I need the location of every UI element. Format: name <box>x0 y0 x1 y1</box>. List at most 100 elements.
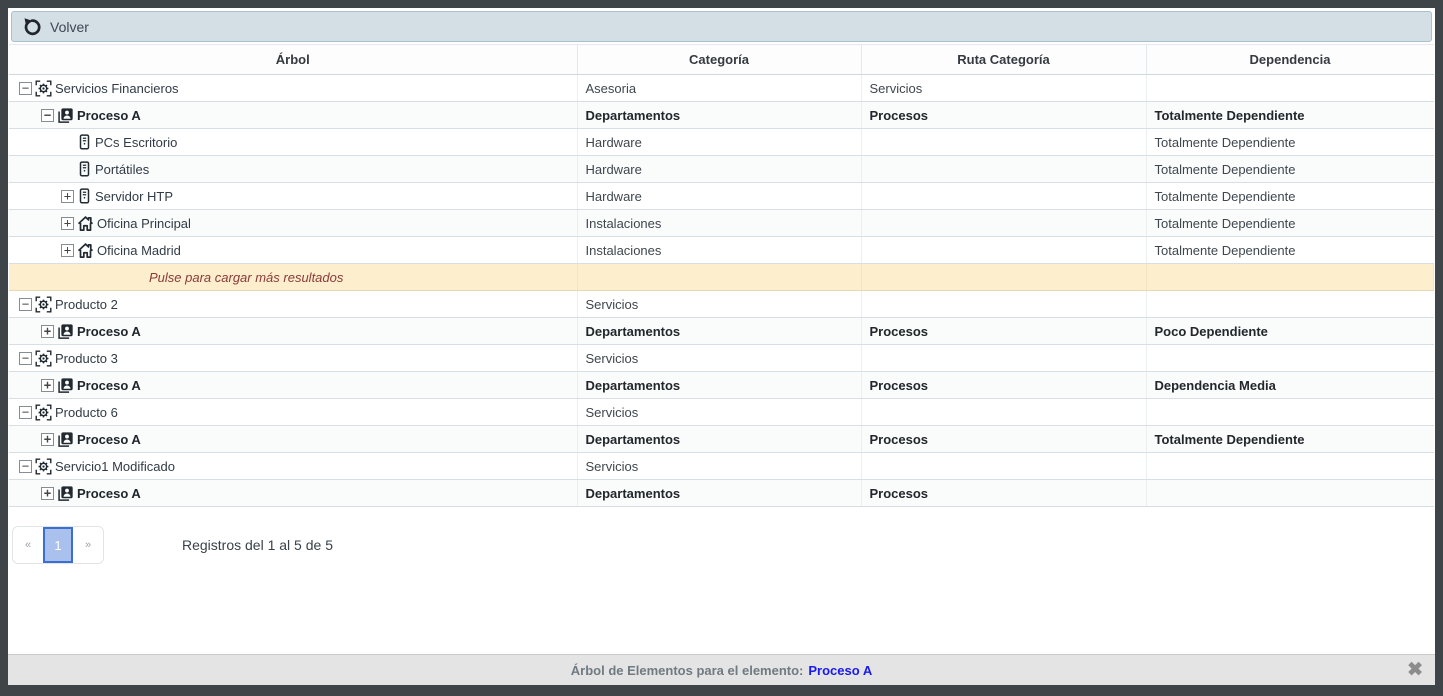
tree-cell: + Proceso A <box>9 426 577 453</box>
tree-cell: − Proceso A <box>9 102 577 129</box>
hardware-tower-icon <box>77 134 92 150</box>
dependencia-cell: Totalmente Dependiente <box>1146 129 1434 156</box>
process-icon-slot <box>57 485 74 502</box>
collapse-toggle-icon[interactable]: − <box>19 298 32 311</box>
dependencia-cell <box>1146 291 1434 318</box>
tree-row[interactable]: + Oficina Madrid Instalaciones Totalment… <box>9 237 1434 264</box>
process-icon-slot <box>57 323 74 340</box>
ruta-categoria-cell: Procesos <box>861 102 1146 129</box>
dependencia-cell: Totalmente Dependiente <box>1146 102 1434 129</box>
dependencia-cell <box>1146 399 1434 426</box>
hardware-icon-slot <box>77 134 92 150</box>
categoria-cell: Instalaciones <box>577 210 861 237</box>
tree-label: Producto 2 <box>55 297 118 312</box>
expand-toggle-icon[interactable]: + <box>41 433 54 446</box>
tree-row[interactable]: − Producto 3 Servicios <box>9 345 1434 372</box>
expand-toggle-icon[interactable]: + <box>61 244 74 257</box>
tree-row[interactable]: Portátiles Hardware Totalmente Dependien… <box>9 156 1434 183</box>
hardware-icon-slot <box>77 188 92 204</box>
tree-label: Proceso A <box>77 432 141 447</box>
tree-cell: + Oficina Madrid <box>9 237 577 264</box>
collapse-toggle-icon[interactable]: − <box>19 82 32 95</box>
expand-toggle-icon[interactable]: + <box>41 325 54 338</box>
collapse-toggle-icon[interactable]: − <box>41 109 54 122</box>
tree-cell: + Proceso A <box>9 318 577 345</box>
ruta-categoria-cell: Procesos <box>861 372 1146 399</box>
service-icon-slot <box>35 458 52 475</box>
records-summary: Registros del 1 al 5 de 5 <box>182 537 333 553</box>
dependencia-cell <box>1146 75 1434 102</box>
tree-cell: + Proceso A <box>9 372 577 399</box>
tree-row[interactable]: + Proceso A Departamentos Procesos Depen… <box>9 372 1434 399</box>
toolbar: Volver <box>11 11 1432 42</box>
tree-row[interactable]: + Proceso A Departamentos Procesos Total… <box>9 426 1434 453</box>
ruta-categoria-cell <box>861 345 1146 372</box>
pagination-area: « 1 » Registros del 1 al 5 de 5 <box>12 526 1435 564</box>
service-gear-icon <box>35 458 52 475</box>
tree-label: Portátiles <box>95 162 149 177</box>
ruta-categoria-cell: Servicios <box>861 75 1146 102</box>
expand-toggle-icon[interactable]: + <box>41 487 54 500</box>
tree-row[interactable]: + Oficina Principal Instalaciones Totalm… <box>9 210 1434 237</box>
tree-label: Proceso A <box>77 108 141 123</box>
tree-row[interactable]: − Producto 2 Servicios <box>9 291 1434 318</box>
collapse-toggle-icon[interactable]: − <box>19 352 32 365</box>
back-button-label: Volver <box>50 19 89 35</box>
tree-cell: − Servicios Financieros <box>9 75 577 102</box>
service-gear-icon <box>35 404 52 421</box>
tree-label: Oficina Principal <box>97 216 191 231</box>
tree-row[interactable]: + Servidor HTP Hardware Totalmente Depen… <box>9 183 1434 210</box>
categoria-cell: Departamentos <box>577 372 861 399</box>
tree-cell: − Producto 3 <box>9 345 577 372</box>
ruta-categoria-cell: Procesos <box>861 318 1146 345</box>
tree-row[interactable]: − Servicio1 Modificado Servicios <box>9 453 1434 480</box>
dialog-footer: Árbol de Elementos para el elemento: Pro… <box>8 654 1435 685</box>
hardware-tower-icon <box>77 188 92 204</box>
tree-row[interactable]: + Proceso A Departamentos Procesos <box>9 480 1434 507</box>
tree-cell: + Proceso A <box>9 480 577 507</box>
expand-toggle-icon[interactable]: + <box>41 379 54 392</box>
process-card-icon <box>57 485 74 502</box>
dependencia-cell: Totalmente Dependiente <box>1146 183 1434 210</box>
ruta-categoria-cell <box>861 453 1146 480</box>
current-page-button[interactable]: 1 <box>43 527 73 563</box>
dependencia-cell: Totalmente Dependiente <box>1146 237 1434 264</box>
collapse-toggle-icon[interactable]: − <box>19 406 32 419</box>
categoria-cell: Asesoria <box>577 75 861 102</box>
tree-label: Servicios Financieros <box>55 81 179 96</box>
dependencia-cell: Dependencia Media <box>1146 372 1434 399</box>
tree-row[interactable]: − Servicios Financieros Asesoria Servici… <box>9 75 1434 102</box>
categoria-cell: Hardware <box>577 129 861 156</box>
tree-row[interactable]: − Producto 6 Servicios <box>9 399 1434 426</box>
service-gear-icon <box>35 80 52 97</box>
tree-row[interactable]: + Proceso A Departamentos Procesos Poco … <box>9 318 1434 345</box>
collapse-toggle-icon[interactable]: − <box>19 460 32 473</box>
categoria-cell: Servicios <box>577 399 861 426</box>
tree-label: Producto 6 <box>55 405 118 420</box>
ruta-categoria-cell <box>861 129 1146 156</box>
tree-row[interactable]: PCs Escritorio Hardware Totalmente Depen… <box>9 129 1434 156</box>
dependencia-cell: Totalmente Dependiente <box>1146 210 1434 237</box>
categoria-cell: Instalaciones <box>577 237 861 264</box>
process-icon-slot <box>57 377 74 394</box>
footer-element-link[interactable]: Proceso A <box>808 663 872 678</box>
process-card-icon <box>57 107 74 124</box>
service-icon-slot <box>35 404 52 421</box>
prev-page-button[interactable]: « <box>13 527 43 563</box>
tree-label: Proceso A <box>77 486 141 501</box>
ruta-categoria-cell: Procesos <box>861 480 1146 507</box>
load-more-row[interactable]: Pulse para cargar más resultados <box>9 264 1434 291</box>
tree-row[interactable]: − Proceso A Departamentos Procesos Total… <box>9 102 1434 129</box>
tree-label: Producto 3 <box>55 351 118 366</box>
next-page-button[interactable]: » <box>73 527 103 563</box>
back-button[interactable]: Volver <box>22 17 89 36</box>
expand-toggle-icon[interactable]: + <box>61 190 74 203</box>
home-icon-slot <box>77 242 94 259</box>
categoria-cell: Servicios <box>577 345 861 372</box>
close-icon[interactable]: ✖ <box>1407 661 1423 680</box>
expand-toggle-icon[interactable]: + <box>61 217 74 230</box>
column-header-dependencia: Dependencia <box>1146 45 1434 75</box>
tree-cell: − Servicio1 Modificado <box>9 453 577 480</box>
process-icon-slot <box>57 107 74 124</box>
load-more-label[interactable]: Pulse para cargar más resultados <box>9 264 577 291</box>
